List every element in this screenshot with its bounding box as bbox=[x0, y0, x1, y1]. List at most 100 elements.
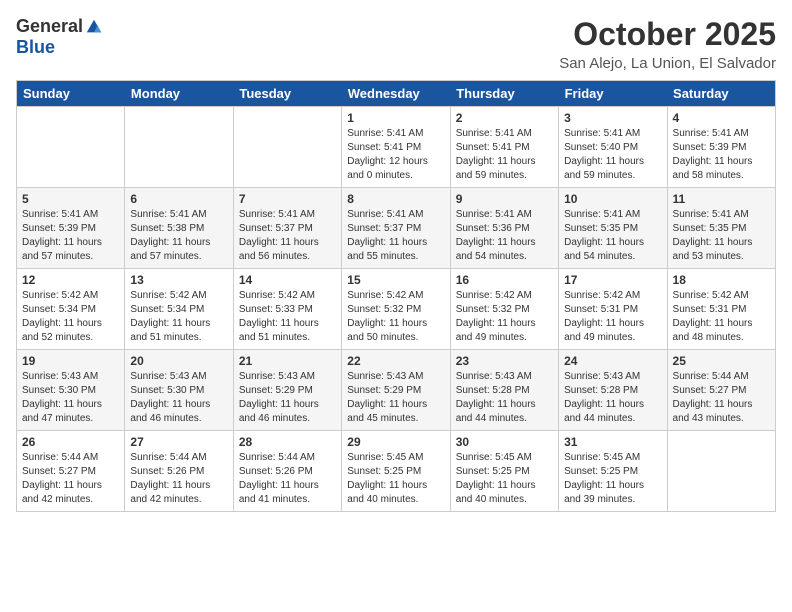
weekday-header-saturday: Saturday bbox=[667, 81, 775, 107]
day-number: 5 bbox=[22, 192, 119, 206]
day-number: 16 bbox=[456, 273, 553, 287]
day-info: Sunrise: 5:41 AM Sunset: 5:37 PM Dayligh… bbox=[239, 208, 336, 264]
day-info: Sunrise: 5:43 AM Sunset: 5:29 PM Dayligh… bbox=[239, 370, 336, 426]
page-header: General Blue October 2025 San Alejo, La … bbox=[16, 16, 776, 72]
calendar-cell: 18Sunrise: 5:42 AM Sunset: 5:31 PM Dayli… bbox=[667, 269, 775, 350]
month-title: October 2025 bbox=[559, 16, 776, 53]
calendar-week-row: 19 Sunrise: 5:43 AM Sunset: 5:30 PM Dayli… bbox=[17, 350, 776, 431]
calendar-cell: 1 Sunrise: 5:41 AM Sunset: 5:41 PM Daylig… bbox=[342, 107, 450, 188]
day-number: 15 bbox=[347, 273, 444, 287]
day-number: 13 bbox=[130, 273, 227, 287]
day-info: Sunrise: 5:41 AM Sunset: 5:39 PM Dayligh… bbox=[22, 208, 119, 264]
day-info: Sunrise: 5:43 AM Sunset: 5:30 PM Dayligh… bbox=[130, 370, 227, 426]
calendar-cell: 3 Sunrise: 5:41 AM Sunset: 5:40 PM Daylig… bbox=[559, 107, 667, 188]
calendar-cell: 30 Sunrise: 5:45 AM Sunset: 5:25 PM Dayli… bbox=[450, 431, 558, 512]
day-number: 19 bbox=[22, 354, 119, 368]
calendar-cell: 13 Sunrise: 5:42 AM Sunset: 5:34 PM Dayli… bbox=[125, 269, 233, 350]
calendar-cell: 19 Sunrise: 5:43 AM Sunset: 5:30 PM Dayli… bbox=[17, 350, 125, 431]
day-number: 9 bbox=[456, 192, 553, 206]
day-info: Sunrise: 5:41 AM Sunset: 5:35 PM Dayligh… bbox=[564, 208, 661, 264]
calendar-cell: 7 Sunrise: 5:41 AM Sunset: 5:37 PM Daylig… bbox=[233, 188, 341, 269]
day-number: 23 bbox=[456, 354, 553, 368]
day-number: 26 bbox=[22, 435, 119, 449]
logo-icon bbox=[85, 18, 103, 36]
day-number: 2 bbox=[456, 111, 553, 125]
day-info: Sunrise: 5:44 AM Sunset: 5:27 PM Dayligh… bbox=[22, 451, 119, 507]
day-number: 11 bbox=[673, 192, 770, 206]
calendar-cell bbox=[125, 107, 233, 188]
calendar-cell: 14 Sunrise: 5:42 AM Sunset: 5:33 PM Dayli… bbox=[233, 269, 341, 350]
calendar-cell: 16 Sunrise: 5:42 AM Sunset: 5:32 PM Dayli… bbox=[450, 269, 558, 350]
calendar-cell: 9 Sunrise: 5:41 AM Sunset: 5:36 PM Daylig… bbox=[450, 188, 558, 269]
day-info: Sunrise: 5:41 AM Sunset: 5:37 PM Dayligh… bbox=[347, 208, 444, 264]
day-info: Sunrise: 5:45 AM Sunset: 5:25 PM Dayligh… bbox=[456, 451, 553, 507]
day-number: 8 bbox=[347, 192, 444, 206]
day-number: 27 bbox=[130, 435, 227, 449]
calendar-cell: 11 Sunrise: 5:41 AM Sunset: 5:35 PM Dayli… bbox=[667, 188, 775, 269]
weekday-header-wednesday: Wednesday bbox=[342, 81, 450, 107]
day-info: Sunrise: 5:42 AM Sunset: 5:32 PM Dayligh… bbox=[456, 289, 553, 345]
day-number: 7 bbox=[239, 192, 336, 206]
calendar-cell: 5 Sunrise: 5:41 AM Sunset: 5:39 PM Daylig… bbox=[17, 188, 125, 269]
calendar-cell: 4 Sunrise: 5:41 AM Sunset: 5:39 PM Daylig… bbox=[667, 107, 775, 188]
calendar-week-row: 12Sunrise: 5:42 AM Sunset: 5:34 PM Dayli… bbox=[17, 269, 776, 350]
day-info: Sunrise: 5:44 AM Sunset: 5:26 PM Dayligh… bbox=[130, 451, 227, 507]
day-number: 24 bbox=[564, 354, 661, 368]
day-info: Sunrise: 5:42 AM Sunset: 5:32 PM Dayligh… bbox=[347, 289, 444, 345]
day-info: Sunrise: 5:41 AM Sunset: 5:41 PM Dayligh… bbox=[347, 127, 444, 183]
day-info: Sunrise: 5:43 AM Sunset: 5:30 PM Dayligh… bbox=[22, 370, 119, 426]
day-number: 6 bbox=[130, 192, 227, 206]
day-info: Sunrise: 5:41 AM Sunset: 5:41 PM Dayligh… bbox=[456, 127, 553, 183]
day-info: Sunrise: 5:41 AM Sunset: 5:38 PM Dayligh… bbox=[130, 208, 227, 264]
calendar-table: SundayMondayTuesdayWednesdayThursdayFrid… bbox=[16, 80, 776, 512]
weekday-header-sunday: Sunday bbox=[17, 81, 125, 107]
logo: General Blue bbox=[16, 16, 103, 58]
day-info: Sunrise: 5:42 AM Sunset: 5:33 PM Dayligh… bbox=[239, 289, 336, 345]
day-info: Sunrise: 5:44 AM Sunset: 5:26 PM Dayligh… bbox=[239, 451, 336, 507]
day-number: 31 bbox=[564, 435, 661, 449]
calendar-cell: 12Sunrise: 5:42 AM Sunset: 5:34 PM Dayli… bbox=[17, 269, 125, 350]
day-number: 30 bbox=[456, 435, 553, 449]
day-info: Sunrise: 5:42 AM Sunset: 5:34 PM Dayligh… bbox=[130, 289, 227, 345]
day-number: 28 bbox=[239, 435, 336, 449]
calendar-cell: 23 Sunrise: 5:43 AM Sunset: 5:28 PM Dayli… bbox=[450, 350, 558, 431]
calendar-cell: 22 Sunrise: 5:43 AM Sunset: 5:29 PM Dayli… bbox=[342, 350, 450, 431]
weekday-header-thursday: Thursday bbox=[450, 81, 558, 107]
calendar-cell: 21 Sunrise: 5:43 AM Sunset: 5:29 PM Dayli… bbox=[233, 350, 341, 431]
calendar-cell: 15 Sunrise: 5:42 AM Sunset: 5:32 PM Dayli… bbox=[342, 269, 450, 350]
day-number: 1 bbox=[347, 111, 444, 125]
day-number: 10 bbox=[564, 192, 661, 206]
day-number: 22 bbox=[347, 354, 444, 368]
logo-general-text: General bbox=[16, 16, 83, 37]
day-info: Sunrise: 5:41 AM Sunset: 5:35 PM Dayligh… bbox=[673, 208, 770, 264]
calendar-cell: 17Sunrise: 5:42 AM Sunset: 5:31 PM Dayli… bbox=[559, 269, 667, 350]
calendar-cell: 6 Sunrise: 5:41 AM Sunset: 5:38 PM Daylig… bbox=[125, 188, 233, 269]
day-number: 18 bbox=[673, 273, 770, 287]
day-number: 20 bbox=[130, 354, 227, 368]
title-block: October 2025 San Alejo, La Union, El Sal… bbox=[559, 16, 776, 72]
day-info: Sunrise: 5:44 AM Sunset: 5:27 PM Dayligh… bbox=[673, 370, 770, 426]
day-info: Sunrise: 5:43 AM Sunset: 5:28 PM Dayligh… bbox=[456, 370, 553, 426]
calendar-cell: 31 Sunrise: 5:45 AM Sunset: 5:25 PM Dayli… bbox=[559, 431, 667, 512]
day-info: Sunrise: 5:43 AM Sunset: 5:29 PM Dayligh… bbox=[347, 370, 444, 426]
calendar-cell: 24Sunrise: 5:43 AM Sunset: 5:28 PM Dayli… bbox=[559, 350, 667, 431]
day-info: Sunrise: 5:45 AM Sunset: 5:25 PM Dayligh… bbox=[564, 451, 661, 507]
calendar-week-row: 26 Sunrise: 5:44 AM Sunset: 5:27 PM Dayli… bbox=[17, 431, 776, 512]
calendar-cell bbox=[233, 107, 341, 188]
day-info: Sunrise: 5:41 AM Sunset: 5:36 PM Dayligh… bbox=[456, 208, 553, 264]
day-number: 4 bbox=[673, 111, 770, 125]
day-info: Sunrise: 5:45 AM Sunset: 5:25 PM Dayligh… bbox=[347, 451, 444, 507]
logo-blue-text: Blue bbox=[16, 37, 55, 58]
day-number: 3 bbox=[564, 111, 661, 125]
day-number: 17 bbox=[564, 273, 661, 287]
calendar-cell: 2 Sunrise: 5:41 AM Sunset: 5:41 PM Daylig… bbox=[450, 107, 558, 188]
weekday-header-row: SundayMondayTuesdayWednesdayThursdayFrid… bbox=[17, 81, 776, 107]
calendar-week-row: 5 Sunrise: 5:41 AM Sunset: 5:39 PM Daylig… bbox=[17, 188, 776, 269]
day-info: Sunrise: 5:41 AM Sunset: 5:39 PM Dayligh… bbox=[673, 127, 770, 183]
day-number: 21 bbox=[239, 354, 336, 368]
day-number: 29 bbox=[347, 435, 444, 449]
weekday-header-friday: Friday bbox=[559, 81, 667, 107]
calendar-cell bbox=[17, 107, 125, 188]
day-number: 14 bbox=[239, 273, 336, 287]
day-info: Sunrise: 5:41 AM Sunset: 5:40 PM Dayligh… bbox=[564, 127, 661, 183]
